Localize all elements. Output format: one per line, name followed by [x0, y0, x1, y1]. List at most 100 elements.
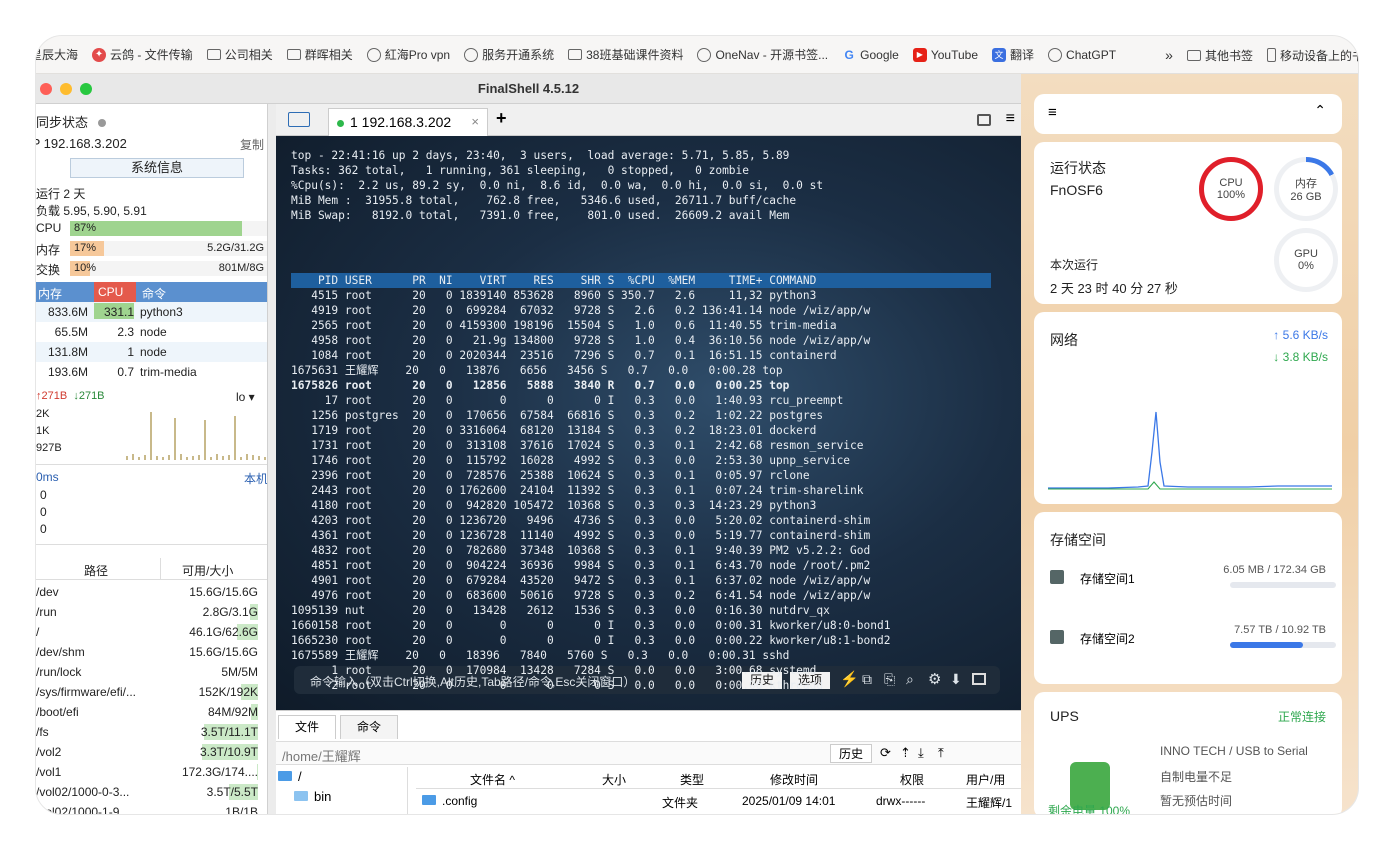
bookmark-item[interactable]: 38班基础课件资料 — [568, 46, 683, 63]
bookmark-item[interactable]: 紅海Pro vpn — [366, 46, 450, 63]
bookmark-item[interactable]: ChatGPT — [1048, 47, 1116, 62]
path-history-button[interactable]: 历史 — [830, 744, 872, 763]
net-bar — [150, 412, 152, 460]
new-tab-button[interactable]: + — [496, 108, 507, 129]
tree-item[interactable]: / — [278, 769, 302, 784]
minimize-window-button[interactable] — [60, 83, 72, 95]
refresh-icon[interactable]: ⟳ — [880, 745, 891, 761]
bookmark-label: 38班基础课件资料 — [586, 48, 684, 62]
col-user[interactable]: 用户/用 — [966, 771, 1005, 788]
col-mem[interactable]: 内存 — [38, 285, 62, 302]
col-size[interactable]: 可用/大小 — [182, 562, 233, 579]
tree-item[interactable]: bin — [294, 789, 331, 804]
table-row[interactable]: 131.8M 1 node — [36, 342, 267, 362]
tab-files[interactable]: 文件 — [278, 715, 336, 739]
bookmark-item[interactable]: 服务开通系统 — [464, 46, 554, 63]
up-icon[interactable]: ⇡ — [900, 745, 911, 761]
upload-icon[interactable]: ⤒ — [938, 745, 944, 761]
folder-open-icon[interactable] — [288, 112, 310, 127]
bookmark-item[interactable]: OneNav - 开源书签... — [697, 46, 828, 63]
gear-icon[interactable]: ⚙ — [928, 670, 941, 688]
terminal-output[interactable]: PID USER PR NI VIRT RES SHR S %CPU %MEM … — [276, 136, 1021, 710]
col-filename[interactable]: 文件名 ^ — [470, 771, 515, 788]
youtube-icon: ▶ — [912, 47, 927, 62]
collapse-icon[interactable]: ⌃ — [1314, 102, 1326, 119]
table-row[interactable]: /dev 15.6G/15.6G — [36, 582, 267, 602]
table-row[interactable]: /vol02/1000-0-3... 3.5T/5.5T — [36, 782, 267, 802]
copy-ip-button[interactable]: 复制 — [240, 136, 264, 153]
proc-cpu: 0.7 — [117, 365, 134, 379]
net-traffic-chart — [120, 404, 266, 460]
connected-dot-icon — [337, 119, 344, 127]
col-perm[interactable]: 权限 — [900, 771, 924, 788]
table-row[interactable]: /vol1 172.3G/174.... — [36, 762, 267, 782]
close-tab-icon[interactable]: × — [471, 109, 479, 135]
table-row[interactable]: 193.6M 0.7 trim-media — [36, 362, 267, 382]
bookmark-item[interactable]: 其他书签 — [1186, 47, 1253, 64]
search-icon[interactable]: ⌕ — [906, 671, 914, 688]
col-size[interactable]: 大小 — [602, 771, 626, 788]
col-cpu[interactable]: CPU — [94, 282, 136, 302]
table-row[interactable]: 833.6M 331.1 python3 — [36, 302, 267, 322]
chevrons-right-icon[interactable]: » — [1165, 47, 1173, 63]
zoom-window-button[interactable] — [80, 83, 92, 95]
table-row[interactable]: /sys/firmware/efi/... 152K/192K — [36, 682, 267, 702]
bookmark-item[interactable]: 公司相关 — [206, 46, 273, 63]
bookmark-label: OneNav - 开源书签... — [715, 48, 829, 62]
iface-select[interactable]: lo ▾ — [236, 390, 255, 404]
storage-bar — [1230, 642, 1336, 648]
google-icon: G — [844, 47, 854, 62]
top-summary-line: MiB Mem : 31955.8 total, 762.8 free, 534… — [291, 194, 797, 207]
table-row[interactable]: /run 2.8G/3.1G — [36, 602, 267, 622]
lightning-icon[interactable]: ⚡ — [840, 670, 859, 688]
col-type[interactable]: 类型 — [680, 771, 704, 788]
system-info-button[interactable]: 系统信息 — [70, 158, 244, 178]
bookmark-item[interactable]: 文翻译 — [992, 46, 1034, 63]
table-row[interactable]: .config 文件夹 2025/01/09 14:01 drwx------ … — [416, 791, 1021, 811]
tab-session-1[interactable]: 1 192.168.3.202 × — [328, 108, 488, 136]
table-row[interactable]: /vol2 3.3T/10.9T — [36, 742, 267, 762]
table-row[interactable]: /run/lock 5M/5M — [36, 662, 267, 682]
close-window-button[interactable] — [40, 83, 52, 95]
top-summary-line: top - 22:41:16 up 2 days, 23:40, 3 users… — [291, 149, 790, 162]
bookmark-item[interactable]: 星辰大海 — [36, 46, 78, 63]
storage-name[interactable]: 存储空间2 — [1080, 630, 1135, 647]
download-icon[interactable]: ⤓ — [918, 745, 924, 761]
ping-host[interactable]: 本机 — [244, 470, 267, 487]
paste-icon[interactable]: ⎘ — [884, 671, 895, 688]
process-line: 2443 root 20 0 1762600 24104 11392 S 0.3… — [291, 484, 864, 497]
system-status-card: 运行状态 FnOSF6 CPU 100% 内存 26 GB GPU 0% 本次运行 2… — [1034, 142, 1342, 304]
bird-icon: ✦ — [92, 47, 107, 62]
table-row[interactable]: /fs 3.5T/11.1T — [36, 722, 267, 742]
table-row[interactable]: /dev/shm 15.6G/15.6G — [36, 642, 267, 662]
col-cmd[interactable]: 命令 — [142, 285, 166, 302]
path-input[interactable]: /home/王耀辉 — [282, 746, 361, 765]
grid-view-icon[interactable] — [977, 114, 991, 126]
bookmark-item[interactable]: 群晖相关 — [286, 46, 353, 63]
download-icon[interactable]: ⬇ — [950, 671, 962, 688]
copy-icon[interactable]: ⧉ — [862, 671, 872, 688]
table-row[interactable]: / 46.1G/62.6G — [36, 622, 267, 642]
tab-commands[interactable]: 命令 — [340, 715, 398, 739]
bookmark-item[interactable]: ▶ YouTube — [912, 47, 978, 62]
bookmark-item[interactable]: ✦ 云鸽 - 文件传输 — [92, 46, 193, 63]
col-mtime[interactable]: 修改时间 — [770, 771, 818, 788]
fnos-widgets-panel: ≡ ⌃ 运行状态 FnOSF6 CPU 100% 内存 26 GB GPU 0% 本次… — [1021, 74, 1358, 814]
bookmark-label: 云鸽 - 文件传输 — [110, 48, 193, 62]
col-path[interactable]: 路径 — [84, 562, 108, 579]
window-icon[interactable] — [972, 673, 986, 685]
ping-scale: 0 — [40, 505, 47, 519]
storage-name[interactable]: 存储空间1 — [1080, 570, 1135, 587]
cpu-ring-label: CPU — [1219, 177, 1243, 189]
bookmark-item[interactable]: 移动设备上的书签 — [1266, 47, 1358, 64]
bookmark-item[interactable]: G Google — [842, 47, 898, 62]
menu-icon[interactable]: ≡ — [1006, 110, 1015, 128]
disk-size: 15.6G/15.6G — [189, 585, 258, 599]
table-row[interactable]: 65.5M 2.3 node — [36, 322, 267, 342]
filter-settings-icon[interactable]: ≡ — [1048, 104, 1057, 121]
table-row[interactable]: /boot/efi 84M/92M — [36, 702, 267, 722]
disk-path: /run — [36, 605, 57, 619]
net-bar — [210, 457, 212, 460]
disk-size: 15.6G/15.6G — [189, 645, 258, 659]
table-row[interactable]: /vol02/1000-1-9... 1B/1B — [36, 802, 267, 814]
